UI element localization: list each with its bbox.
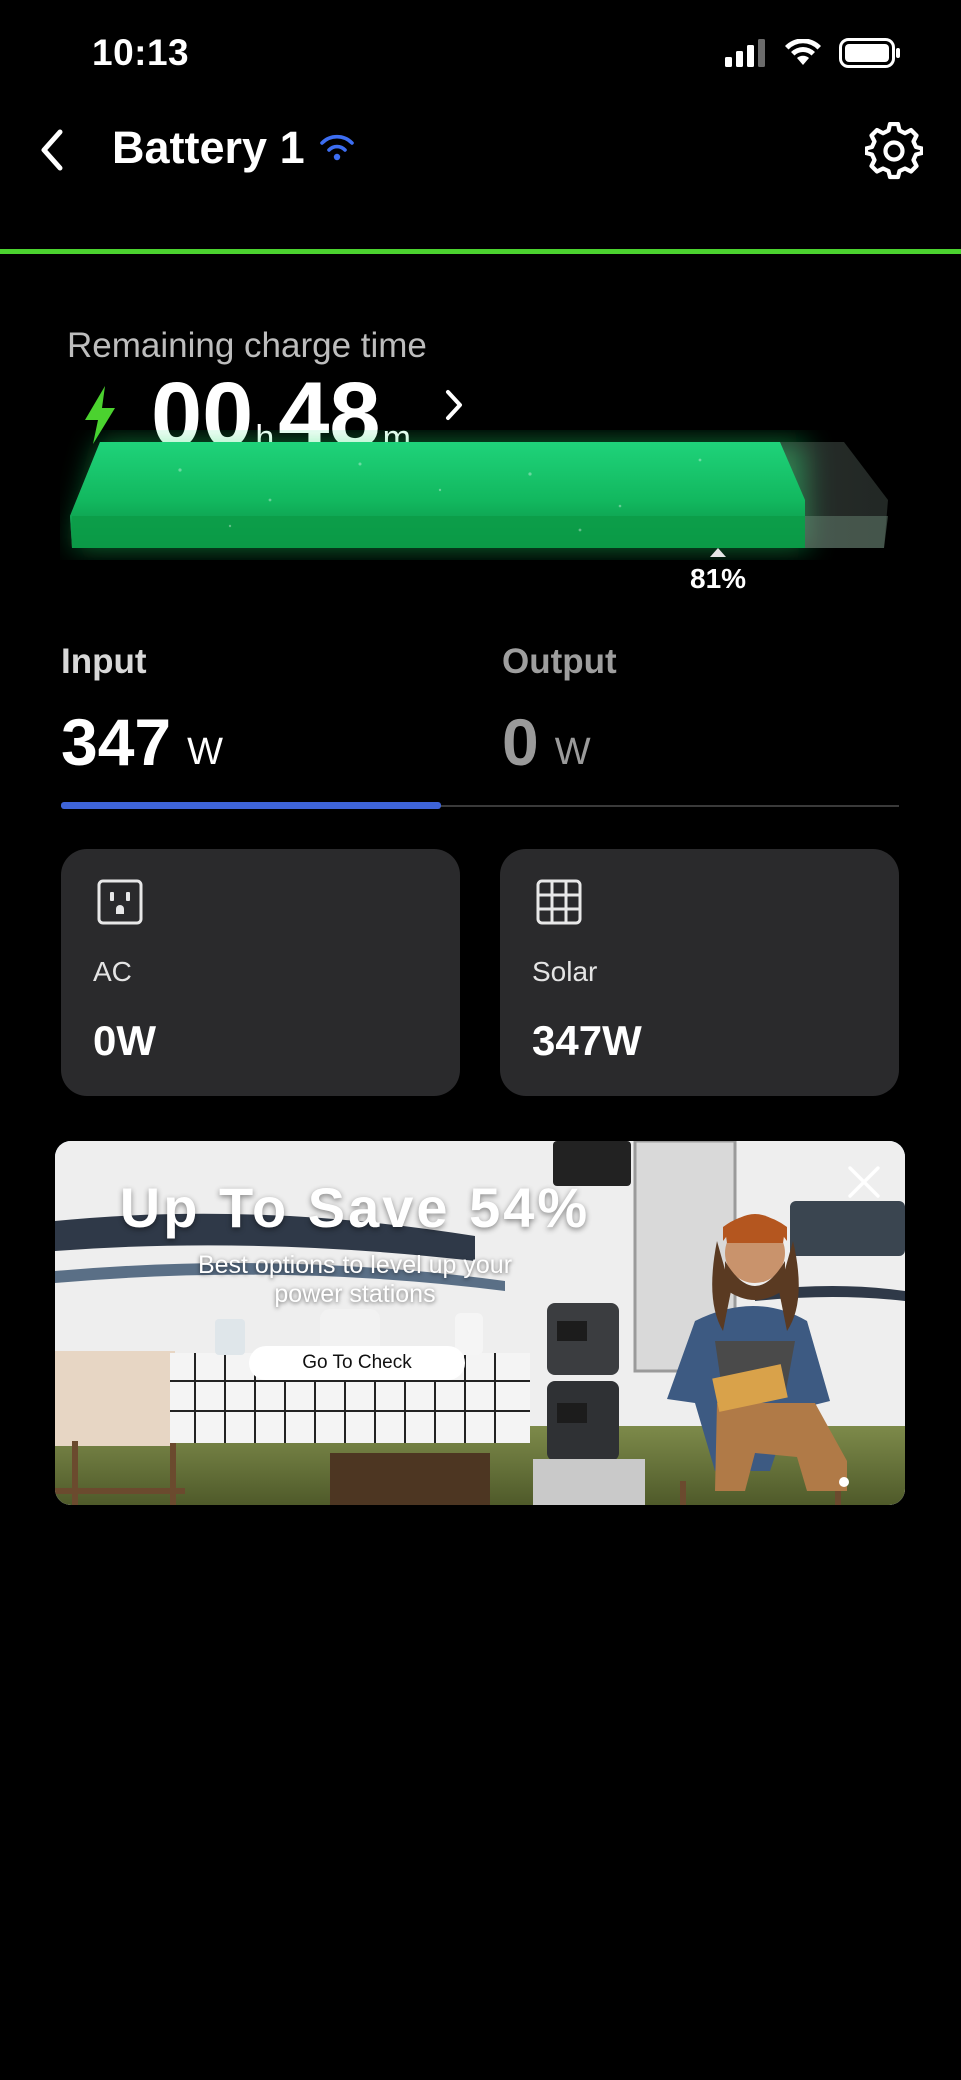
banner-subtitle: Best options to level up your power stat… xyxy=(197,1251,513,1308)
device-name: Battery 1 xyxy=(112,122,305,173)
source-card-ac[interactable]: AC 0W xyxy=(61,849,460,1096)
status-time: 10:13 xyxy=(92,32,190,73)
gear-icon xyxy=(863,121,925,180)
carousel-dot xyxy=(839,1477,849,1487)
output-summary[interactable]: Output 0 W xyxy=(502,642,617,779)
percent-pointer xyxy=(710,548,726,557)
charge-percent: 81% xyxy=(690,563,747,594)
input-value: 347 xyxy=(61,705,172,779)
go-to-check-button[interactable]: Go To Check xyxy=(249,1346,465,1380)
cellular-signal-icon xyxy=(725,39,765,67)
charge-label: Remaining charge time xyxy=(67,326,427,365)
output-label: Output xyxy=(502,642,617,681)
page-title: Battery 1 xyxy=(112,122,355,174)
source-label-ac: AC xyxy=(93,956,132,987)
banner-title: Up To Save 54% xyxy=(119,1176,591,1239)
back-button[interactable] xyxy=(38,122,78,178)
solar-panel-icon xyxy=(536,879,582,925)
source-card-solar[interactable]: Solar 347W xyxy=(500,849,899,1096)
chevron-right-icon xyxy=(445,390,462,420)
source-label-solar: Solar xyxy=(532,956,598,987)
input-unit: W xyxy=(187,731,223,773)
output-unit: W xyxy=(554,731,591,773)
chevron-left-icon xyxy=(41,129,63,171)
status-accent-line xyxy=(0,249,961,254)
input-summary[interactable]: Input 347 W xyxy=(61,642,223,779)
status-icons xyxy=(725,38,901,68)
battery-status-icon xyxy=(839,38,900,68)
input-label: Input xyxy=(61,642,147,681)
battery-level-bar xyxy=(70,442,888,548)
io-tab-indicator xyxy=(61,802,441,809)
close-icon[interactable] xyxy=(847,1165,881,1199)
ac-outlet-icon xyxy=(97,879,143,925)
wifi-status-icon xyxy=(785,39,821,65)
source-value-ac: 0W xyxy=(93,1017,156,1064)
settings-button[interactable] xyxy=(863,121,925,180)
source-value-solar: 347W xyxy=(532,1017,642,1064)
output-value: 0 xyxy=(502,705,539,779)
charge-percent-marker: 81% xyxy=(690,548,746,595)
promo-banner[interactable]: Up To Save 54% Best options to level up … xyxy=(55,1141,905,1505)
wifi-connected-icon xyxy=(319,134,354,161)
